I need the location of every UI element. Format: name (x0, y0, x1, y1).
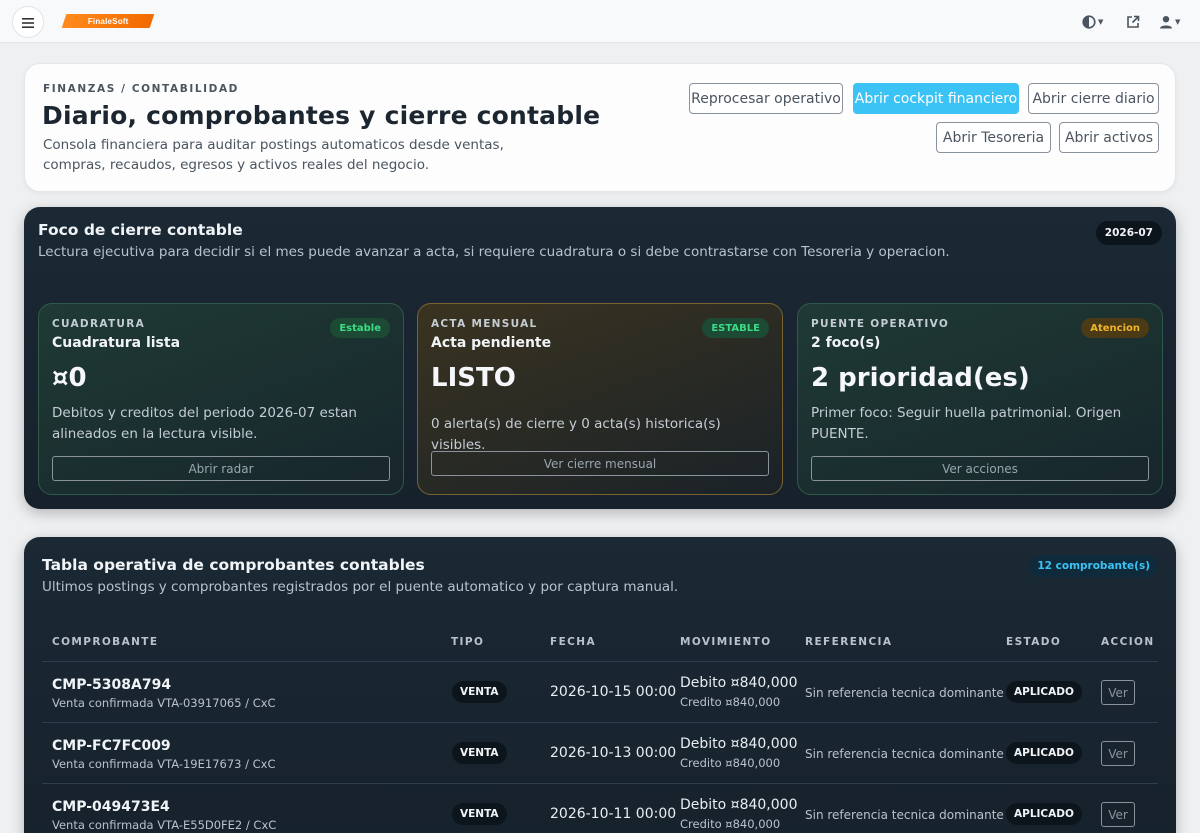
view-voucher-button[interactable]: Ver (1101, 741, 1135, 766)
type-badge: VENTA (452, 681, 507, 703)
theme-contrast-icon (1082, 15, 1096, 29)
status-badge: APLICADO (1006, 681, 1082, 703)
table-row[interactable]: CMP-049473E4 Venta confirmada VTA-E55D0F… (42, 784, 1158, 833)
top-bar: FinaleSoft ▼ ▼ (0, 0, 1200, 43)
debit-amount: Debito ¤840,000 (680, 736, 798, 752)
page-title: Diario, comprobantes y cierre contable (42, 101, 601, 130)
open-external-button[interactable] (1126, 11, 1140, 33)
kpi-eyebrow: PUENTE OPERATIVO (811, 318, 950, 330)
brand-logo-text: FinaleSoft (87, 16, 129, 26)
credit-amount: Credito ¤840,000 (680, 817, 781, 831)
open-radar-button[interactable]: Abrir radar (52, 456, 390, 481)
vouchers-table-card: Tabla operativa de comprobantes contable… (24, 537, 1176, 833)
status-badge: APLICADO (1006, 742, 1082, 764)
chevron-down-icon: ▼ (1098, 18, 1104, 26)
kpi-description: Debitos y creditos del periodo 2026-07 e… (52, 405, 357, 442)
external-link-icon (1126, 15, 1140, 29)
brand-logo[interactable]: FinaleSoft (61, 14, 155, 28)
voucher-date: 2026-10-15 00:00 (550, 684, 677, 700)
focus-title: Foco de cierre contable (38, 221, 243, 239)
kpi-card-cuadratura: CUADRATURA Cuadratura lista ¤0 Debitos y… (38, 303, 404, 495)
menu-button[interactable] (12, 6, 44, 38)
menu-icon (22, 13, 34, 32)
debit-amount: Debito ¤840,000 (680, 675, 798, 691)
kpi-description: Primer foco: Seguir huella patrimonial. … (811, 405, 1122, 442)
open-assets-button[interactable]: Abrir activos (1059, 122, 1159, 153)
count-badge: 12 comprobante(s) (1029, 555, 1158, 577)
open-daily-close-button[interactable]: Abrir cierre diario (1028, 83, 1159, 114)
table-row[interactable]: CMP-FC7FC009 Venta confirmada VTA-19E176… (42, 723, 1158, 784)
voucher-code: CMP-5308A794 (52, 677, 172, 693)
voucher-reference: Sin referencia tecnica dominante (805, 686, 1004, 700)
kpi-card-acta-mensual: ACTA MENSUAL Acta pendiente LISTO 0 aler… (417, 303, 783, 495)
voucher-date: 2026-10-11 00:00 (550, 806, 677, 822)
status-badge: ESTABLE (702, 318, 769, 338)
column-header-movimiento: MOVIMIENTO (680, 636, 772, 648)
page-header-card: FINANZAS / CONTABILIDAD Diario, comproba… (24, 63, 1176, 192)
period-badge: 2026-07 (1095, 221, 1162, 245)
column-header-comprobante: COMPROBANTE (52, 636, 159, 648)
voucher-description: Venta confirmada VTA-19E17673 / CxC (52, 757, 276, 771)
open-cockpit-button[interactable]: Abrir cockpit financiero (853, 83, 1019, 114)
voucher-description: Venta confirmada VTA-03917065 / CxC (52, 696, 276, 710)
status-badge: APLICADO (1006, 803, 1082, 825)
user-menu-button[interactable]: ▼ (1159, 11, 1180, 33)
status-badge: Atencion (1081, 318, 1149, 338)
user-icon (1159, 15, 1173, 29)
column-header-accion: ACCION (1101, 636, 1155, 648)
open-treasury-button[interactable]: Abrir Tesoreria (936, 122, 1051, 153)
kpi-label: Cuadratura lista (52, 335, 181, 351)
credit-amount: Credito ¤840,000 (680, 695, 781, 709)
column-header-referencia: REFERENCIA (805, 636, 893, 648)
table-row[interactable]: CMP-5308A794 Venta confirmada VTA-039170… (42, 662, 1158, 723)
table-subtitle: Ultimos postings y comprobantes registra… (42, 579, 679, 595)
kpi-eyebrow: ACTA MENSUAL (431, 318, 538, 330)
voucher-reference: Sin referencia tecnica dominante (805, 808, 1004, 822)
voucher-description: Venta confirmada VTA-E55D0FE2 / CxC (52, 818, 277, 832)
view-actions-button[interactable]: Ver acciones (811, 456, 1149, 481)
chevron-down-icon: ▼ (1175, 18, 1181, 26)
kpi-value: 2 prioridad(es) (811, 363, 1030, 393)
view-monthly-close-button[interactable]: Ver cierre mensual (431, 451, 769, 476)
column-header-tipo: TIPO (451, 636, 485, 648)
view-voucher-button[interactable]: Ver (1101, 680, 1135, 705)
type-badge: VENTA (452, 803, 507, 825)
kpi-label: Acta pendiente (431, 335, 552, 351)
status-badge: Estable (330, 318, 390, 338)
voucher-date: 2026-10-13 00:00 (550, 745, 677, 761)
credit-amount: Credito ¤840,000 (680, 756, 781, 770)
theme-toggle-button[interactable]: ▼ (1082, 11, 1103, 33)
voucher-code: CMP-049473E4 (52, 799, 170, 815)
column-header-estado: ESTADO (1006, 636, 1062, 648)
table-title: Tabla operativa de comprobantes contable… (42, 556, 425, 574)
kpi-value: ¤0 (52, 363, 87, 393)
kpi-card-puente-operativo: PUENTE OPERATIVO 2 foco(s) 2 prioridad(e… (797, 303, 1163, 495)
kpi-eyebrow: CUADRATURA (52, 318, 146, 330)
reprocess-button[interactable]: Reprocesar operativo (689, 83, 843, 114)
voucher-reference: Sin referencia tecnica dominante (805, 747, 1004, 761)
debit-amount: Debito ¤840,000 (680, 797, 798, 813)
breadcrumb: FINANZAS / CONTABILIDAD (43, 83, 239, 95)
page-subtitle: Consola financiera para auditar postings… (43, 137, 504, 173)
kpi-description: 0 alerta(s) de cierre y 0 acta(s) histor… (431, 416, 721, 453)
close-focus-card: Foco de cierre contable Lectura ejecutiv… (24, 207, 1176, 509)
focus-subtitle: Lectura ejecutiva para decidir si el mes… (38, 244, 950, 260)
kpi-label: 2 foco(s) (811, 335, 881, 351)
type-badge: VENTA (452, 742, 507, 764)
kpi-value: LISTO (431, 363, 516, 393)
voucher-code: CMP-FC7FC009 (52, 738, 171, 754)
column-header-fecha: FECHA (550, 636, 596, 648)
view-voucher-button[interactable]: Ver (1101, 802, 1135, 827)
